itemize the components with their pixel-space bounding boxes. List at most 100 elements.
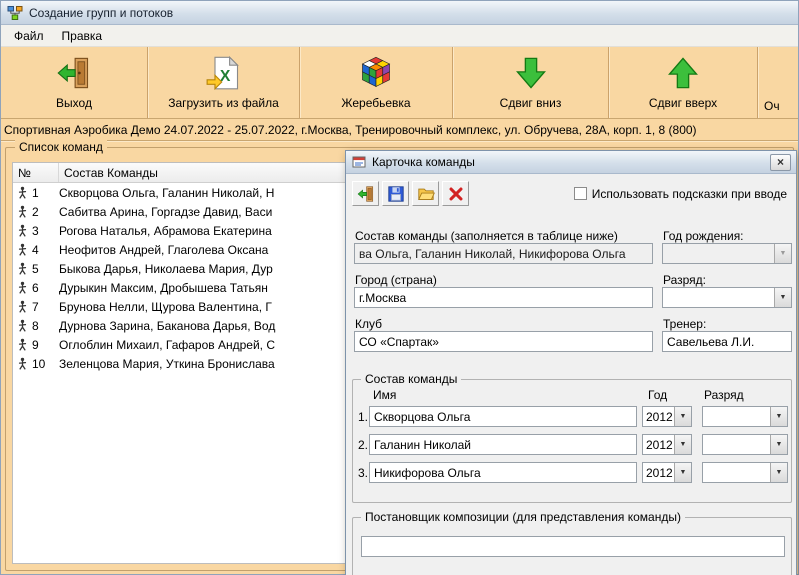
city-label: Город (страна) — [355, 273, 437, 287]
member-name-input[interactable] — [369, 434, 637, 455]
close-icon[interactable]: × — [770, 154, 791, 171]
clear-button[interactable]: Оч — [758, 47, 798, 118]
toolbar: Выход X Загрузить из файла Жеребьевка Сд… — [1, 47, 798, 119]
gymnast-icon — [16, 243, 29, 256]
coach-label: Тренер: — [663, 317, 706, 331]
composition-label: Состав команды (заполняется в таблице ни… — [355, 229, 618, 243]
team-number: 8 — [32, 319, 39, 333]
chevron-down-icon[interactable]: ▼ — [774, 244, 791, 263]
hints-checkbox[interactable]: Использовать подсказки при вводе — [574, 187, 790, 201]
green-arrow-down-icon — [513, 55, 549, 91]
team-number: 4 — [32, 243, 39, 257]
team-card-dialog: Карточка команды × Использовать подсказк… — [345, 150, 797, 575]
coach-field[interactable] — [662, 331, 792, 352]
shift-up-button[interactable]: Сдвиг вверх — [609, 47, 758, 118]
app-icon — [7, 5, 23, 21]
member-index: 1. — [358, 410, 368, 424]
member-index: 2. — [358, 438, 368, 452]
delete-x-icon — [447, 185, 465, 203]
shift-up-button-label: Сдвиг вверх — [649, 96, 717, 110]
member-name-input[interactable] — [369, 462, 637, 483]
member-rank-select[interactable]: ▼ — [702, 434, 788, 455]
column-header-year: Год — [648, 388, 667, 402]
checkbox-box[interactable] — [574, 187, 587, 200]
member-rank-select[interactable]: ▼ — [702, 406, 788, 427]
team-number: 7 — [32, 300, 39, 314]
exit-door-icon — [56, 55, 92, 91]
menu-file[interactable]: Файл — [5, 26, 53, 46]
member-name-input[interactable] — [369, 406, 637, 427]
member-year-value: 2012 — [643, 410, 674, 424]
load-from-file-button-label: Загрузить из файла — [168, 96, 279, 110]
menu-edit[interactable]: Правка — [53, 26, 112, 46]
birth-year-label: Год рождения: — [663, 229, 744, 243]
chevron-down-icon[interactable]: ▼ — [674, 407, 691, 426]
members-group: Состав команды Имя Год Разряд 1. 2012 ▼ … — [352, 379, 792, 503]
team-card-icon — [351, 154, 367, 170]
team-number: 3 — [32, 224, 39, 238]
menu-bar: Файл Правка — [1, 25, 798, 47]
column-header-number[interactable]: № — [13, 163, 59, 182]
member-year-select[interactable]: 2012 ▼ — [642, 406, 692, 427]
choreographer-group: Постановщик композиции (для представлени… — [352, 517, 792, 575]
chevron-down-icon[interactable]: ▼ — [674, 435, 691, 454]
save-button[interactable] — [382, 181, 409, 206]
column-header-rank: Разряд — [704, 388, 744, 402]
column-header-name: Имя — [373, 388, 396, 402]
dialog-titlebar: Карточка команды × — [346, 151, 796, 174]
dialog-title: Карточка команды — [372, 155, 475, 169]
club-field[interactable] — [354, 331, 653, 352]
member-year-value: 2012 — [643, 438, 674, 452]
choreographer-input[interactable] — [361, 536, 785, 557]
rubiks-cube-icon — [358, 55, 394, 91]
team-number: 2 — [32, 205, 39, 219]
composition-field[interactable] — [354, 243, 653, 264]
exit-button-label: Выход — [56, 96, 92, 110]
member-rank-select[interactable]: ▼ — [702, 462, 788, 483]
gymnast-icon — [16, 338, 29, 351]
window-titlebar: Создание групп и потоков — [1, 1, 798, 25]
draw-lots-button-label: Жеребьевка — [341, 96, 410, 110]
gymnast-icon — [16, 224, 29, 237]
card-exit-button[interactable] — [352, 181, 379, 206]
team-number: 5 — [32, 262, 39, 276]
load-from-file-button[interactable]: X Загрузить из файла — [148, 47, 300, 118]
members-group-title: Состав команды — [361, 372, 461, 386]
window-title: Создание групп и потоков — [29, 6, 173, 20]
member-year-select[interactable]: 2012 ▼ — [642, 462, 692, 483]
rank-select[interactable]: ▼ — [662, 287, 792, 308]
team-number: 6 — [32, 281, 39, 295]
shift-down-button-label: Сдвиг вниз — [500, 96, 562, 110]
member-year-select[interactable]: 2012 ▼ — [642, 434, 692, 455]
chevron-down-icon[interactable]: ▼ — [774, 288, 791, 307]
open-folder-icon — [417, 185, 435, 203]
birth-year-select[interactable]: ▼ — [662, 243, 792, 264]
chevron-down-icon[interactable]: ▼ — [770, 407, 787, 426]
team-list-group-title: Список команд — [15, 140, 107, 154]
chevron-down-icon[interactable]: ▼ — [770, 463, 787, 482]
gymnast-icon — [16, 281, 29, 294]
hints-checkbox-label: Использовать подсказки при вводе — [592, 187, 787, 201]
clear-button-label: Оч — [764, 99, 780, 113]
chevron-down-icon[interactable]: ▼ — [674, 463, 691, 482]
team-number: 10 — [32, 357, 45, 371]
exit-door-icon — [357, 185, 375, 203]
gymnast-icon — [16, 186, 29, 199]
gymnast-icon — [16, 262, 29, 275]
city-field[interactable] — [354, 287, 653, 308]
shift-down-button[interactable]: Сдвиг вниз — [453, 47, 609, 118]
choreographer-group-title: Постановщик композиции (для представлени… — [361, 510, 685, 524]
event-info-line: Спортивная Аэробика Демо 24.07.2022 - 25… — [1, 119, 798, 141]
save-floppy-icon — [387, 185, 405, 203]
delete-button[interactable] — [442, 181, 469, 206]
team-number: 9 — [32, 338, 39, 352]
rank-label: Разряд: — [663, 273, 706, 287]
member-year-value: 2012 — [643, 466, 674, 480]
draw-lots-button[interactable]: Жеребьевка — [300, 47, 453, 118]
member-index: 3. — [358, 466, 368, 480]
exit-button[interactable]: Выход — [1, 47, 148, 118]
chevron-down-icon[interactable]: ▼ — [770, 435, 787, 454]
gymnast-icon — [16, 319, 29, 332]
load-button[interactable] — [412, 181, 439, 206]
excel-file-icon: X — [206, 55, 242, 91]
